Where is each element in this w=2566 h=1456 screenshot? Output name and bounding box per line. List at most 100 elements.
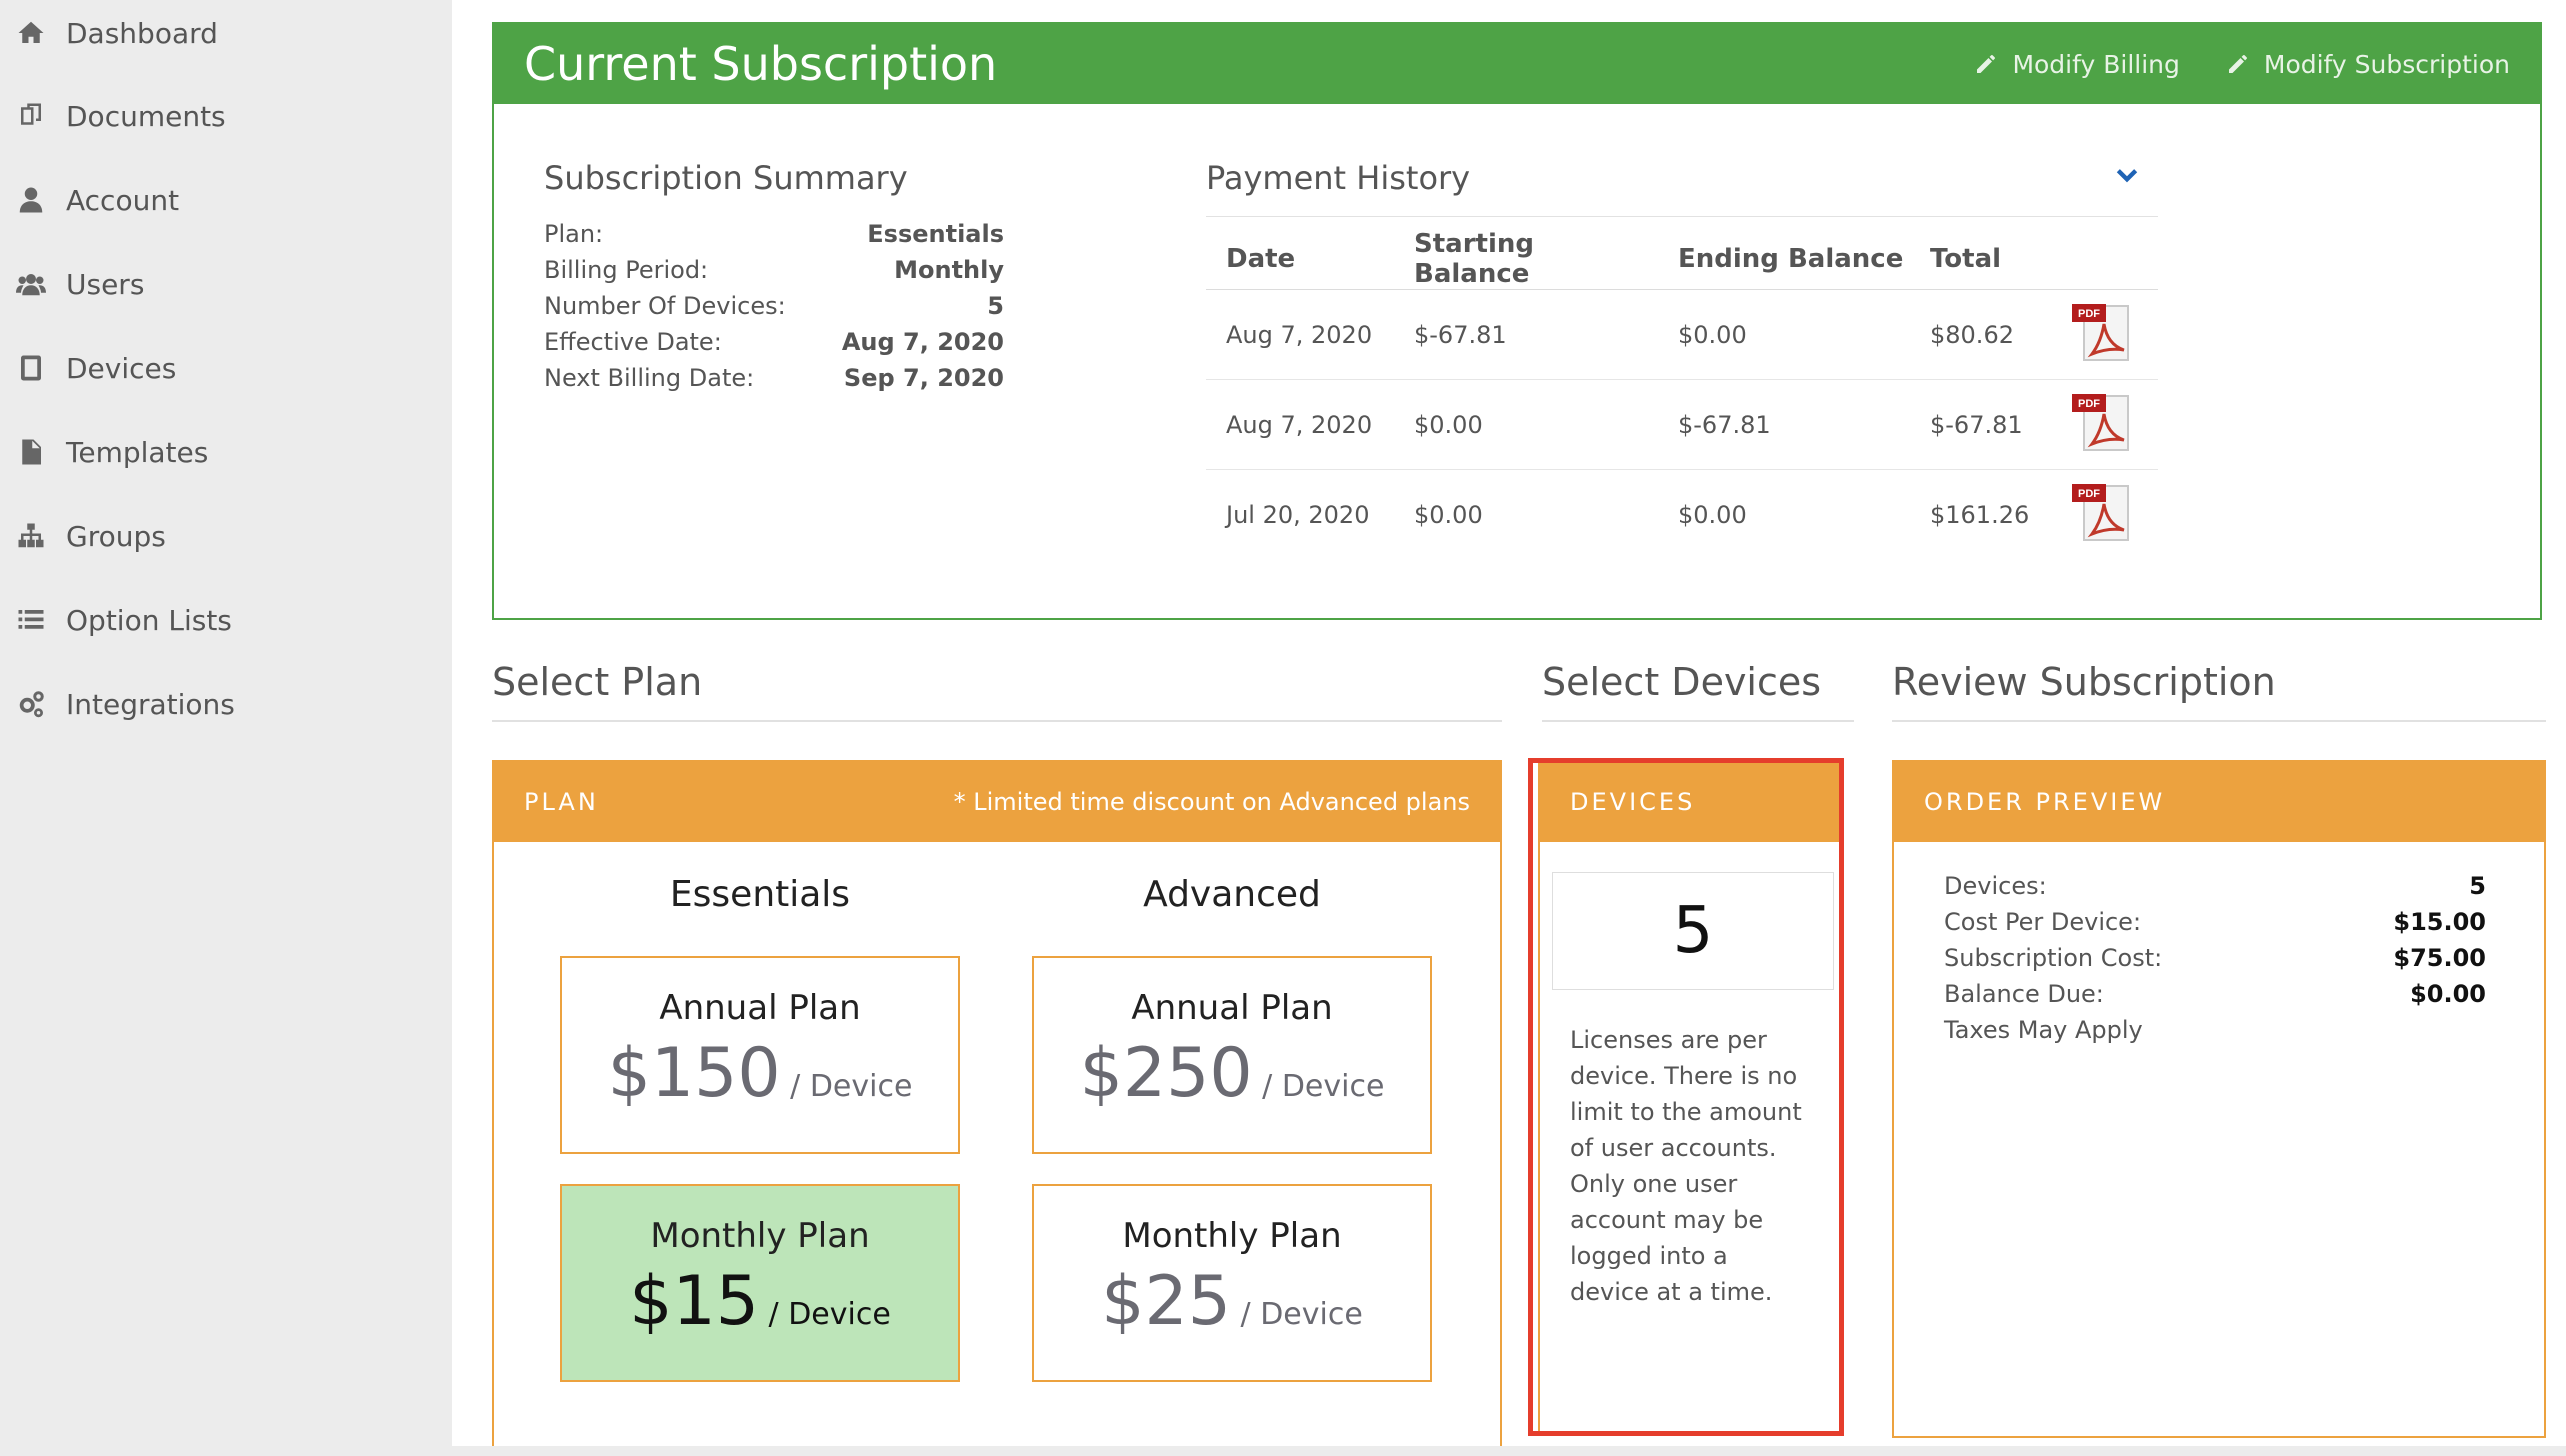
sidebar-item-integrations[interactable]: Integrations xyxy=(14,674,235,734)
cell-ending-balance: $0.00 xyxy=(1658,289,1910,380)
cell-download: PDF xyxy=(2050,379,2158,470)
summary-label: Billing Period: xyxy=(544,256,709,284)
summary-value: Sep 7, 2020 xyxy=(843,364,1004,392)
essentials-title: Essentials xyxy=(669,874,851,915)
cell-starting-balance: $0.00 xyxy=(1414,500,1483,529)
advanced-monthly-plan-option[interactable]: Monthly Plan $25 / Device xyxy=(1032,1184,1432,1382)
plan-name: Monthly Plan xyxy=(1122,1216,1342,1256)
summary-row: Effective Date: Aug 7, 2020 xyxy=(544,328,1004,364)
subscription-summary-title: Subscription Summary xyxy=(544,159,908,197)
current-subscription-title: Current Subscription xyxy=(524,37,998,91)
advanced-title: Advanced xyxy=(1143,874,1321,915)
order-value: $0.00 xyxy=(2410,980,2486,1008)
plan-name: Annual Plan xyxy=(1131,988,1333,1028)
payment-history-table: Date Starting Balance Ending Balance Tot… xyxy=(1206,229,2158,560)
review-subscription-title: Review Subscription xyxy=(1892,660,2276,704)
order-label: Cost Per Device: xyxy=(1944,908,2142,936)
cell-download: PDF xyxy=(2050,470,2158,560)
cell-download: PDF xyxy=(2050,289,2158,380)
collapse-toggle[interactable] xyxy=(2114,162,2144,192)
essentials-annual-plan-option[interactable]: Annual Plan $150 / Device xyxy=(560,956,960,1154)
user-icon xyxy=(14,183,48,217)
sidebar-item-label: Templates xyxy=(66,435,209,469)
home-icon xyxy=(14,16,48,50)
modify-subscription-link[interactable]: Modify Subscription xyxy=(2226,50,2510,79)
discount-note: * Limited time discount on Advanced plan… xyxy=(953,788,1470,816)
order-label: Devices: xyxy=(1944,872,2047,900)
order-label: Subscription Cost: xyxy=(1944,944,2163,972)
plan-price: $25 / Device xyxy=(1034,1262,1430,1341)
price-unit: / Device xyxy=(790,1069,913,1104)
payment-history-title: Payment History xyxy=(1206,159,1471,197)
pdf-label: PDF xyxy=(2078,488,2100,500)
order-row: Balance Due: $0.00 xyxy=(1944,980,2486,1016)
list-icon xyxy=(14,603,48,637)
file-icon xyxy=(14,435,48,469)
price-unit: / Device xyxy=(1262,1069,1385,1104)
advanced-annual-plan-option[interactable]: Annual Plan $250 / Device xyxy=(1032,956,1432,1154)
pencil-icon xyxy=(2228,55,2247,73)
devices-panel-header: DEVICES xyxy=(1540,762,1842,842)
devices-note: Licenses are per device. There is no lim… xyxy=(1570,1026,1802,1306)
plan-name: Annual Plan xyxy=(659,988,861,1028)
plan-price: $150 / Device xyxy=(562,1034,958,1113)
cell-ending-balance: $0.00 xyxy=(1678,500,1747,529)
order-value: $15.00 xyxy=(2393,908,2486,936)
pdf-label: PDF xyxy=(2078,308,2100,320)
summary-row: Number Of Devices: 5 xyxy=(544,292,1004,328)
sidebar-item-label: Devices xyxy=(66,351,177,385)
sidebar-item-dashboard[interactable]: Dashboard xyxy=(14,3,218,63)
sidebar-item-account[interactable]: Account xyxy=(14,170,179,230)
current-subscription-panel: Current Subscription Modify Billing Modi… xyxy=(492,22,2542,620)
sidebar-item-label: Documents xyxy=(66,99,226,133)
column-header-ending-balance: Ending Balance xyxy=(1658,229,1910,290)
pdf-icon[interactable]: PDF xyxy=(2070,392,2132,452)
summary-row: Billing Period: Monthly xyxy=(544,256,1004,292)
devices-panel: DEVICES 5 Licenses are per device. There… xyxy=(1538,760,1844,1436)
devices-header-label: DEVICES xyxy=(1570,788,1696,816)
page-bottom-edge xyxy=(452,1446,2566,1456)
price-amount: $25 xyxy=(1101,1262,1231,1341)
cell-date: Jul 20, 2020 xyxy=(1226,500,1370,529)
sidebar-item-label: Users xyxy=(66,267,145,301)
order-row: Taxes May Apply xyxy=(1944,1016,2486,1052)
sidebar-item-documents[interactable]: Documents xyxy=(14,86,226,146)
select-plan-title: Select Plan xyxy=(492,660,703,704)
column-header-starting-balance: Starting Balance xyxy=(1394,229,1658,290)
table-header-row: Date Starting Balance Ending Balance Tot… xyxy=(1206,229,2158,290)
plan-price: $15 / Device xyxy=(562,1262,958,1341)
price-amount: $150 xyxy=(607,1034,781,1113)
sidebar-item-users[interactable]: Users xyxy=(14,254,144,314)
device-count-input[interactable]: 5 xyxy=(1552,872,1834,990)
modify-billing-label: Modify Billing xyxy=(2012,49,2180,79)
pencil-icon xyxy=(1977,55,1996,73)
divider xyxy=(492,720,1502,722)
column-header-download xyxy=(2050,229,2158,290)
plan-price: $250 / Device xyxy=(1034,1034,1430,1113)
pdf-label: PDF xyxy=(2078,398,2100,410)
plan-name: Monthly Plan xyxy=(650,1216,870,1256)
plan-header-label: PLAN xyxy=(524,788,599,816)
sidebar-item-templates[interactable]: Templates xyxy=(14,422,208,482)
sidebar-item-option-lists[interactable]: Option Lists xyxy=(14,590,232,650)
sidebar-item-label: Groups xyxy=(66,519,166,553)
divider xyxy=(1892,720,2546,722)
summary-label: Plan: xyxy=(544,220,604,248)
cell-ending-balance: $-67.81 xyxy=(1658,379,1910,470)
modify-billing-link[interactable]: Modify Billing xyxy=(1974,49,2180,79)
plan-panel-header: PLAN * Limited time discount on Advanced… xyxy=(494,762,1500,842)
cell-total: $80.62 xyxy=(1910,289,2050,380)
pdf-icon[interactable]: PDF xyxy=(2070,482,2132,542)
summary-value: Aug 7, 2020 xyxy=(841,328,1004,356)
cell-total: $-67.81 xyxy=(1910,379,2050,470)
pdf-icon[interactable]: PDF xyxy=(2070,302,2132,362)
documents-icon xyxy=(14,99,48,133)
summary-row: Plan: Essentials xyxy=(544,220,1004,256)
current-subscription-header: Current Subscription Modify Billing Modi… xyxy=(494,24,2540,104)
order-row: Cost Per Device: $15.00 xyxy=(1944,908,2486,944)
sidebar-item-groups[interactable]: Groups xyxy=(14,506,166,566)
essentials-monthly-plan-option[interactable]: Monthly Plan $15 / Device xyxy=(560,1184,960,1382)
price-unit: / Device xyxy=(768,1297,891,1332)
modify-subscription-label: Modify Subscription xyxy=(2263,49,2510,79)
sidebar-item-devices[interactable]: Devices xyxy=(14,338,176,398)
